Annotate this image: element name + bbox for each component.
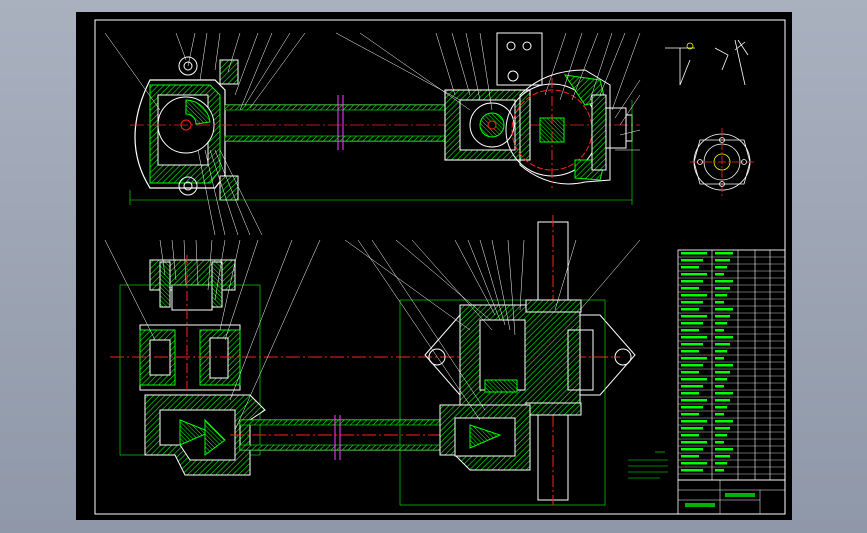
table-cell-mark: [715, 294, 727, 297]
table-cell-mark: [681, 252, 707, 255]
table-cell-mark: [681, 371, 699, 374]
table-cell-mark: [681, 329, 699, 332]
table-cell-mark: [681, 448, 703, 451]
table-cell-mark: [715, 441, 724, 444]
table-cell-mark: [681, 280, 703, 283]
table-cell-mark: [715, 308, 733, 311]
table-cell-mark: [715, 343, 730, 346]
table-cell-mark: [681, 287, 699, 290]
table-cell-mark: [715, 322, 727, 325]
table-cell-mark: [681, 434, 699, 437]
table-cell-mark: [681, 315, 707, 318]
table-cell-mark: [681, 336, 707, 339]
table-cell-mark: [715, 448, 733, 451]
table-cell-mark: [715, 392, 733, 395]
table-cell-mark: [681, 420, 707, 423]
table-cell-mark: [681, 364, 703, 367]
top-assembly-view: [104, 32, 641, 236]
table-cell-mark: [715, 287, 730, 290]
table-cell-mark: [681, 469, 703, 472]
table-cell-mark: [715, 371, 730, 374]
detail-views: [665, 39, 755, 196]
table-cell-mark: [681, 406, 703, 409]
bottom-assembly-view: [104, 215, 668, 506]
table-cell-mark: [715, 329, 724, 332]
table-cell-mark: [715, 406, 727, 409]
table-cell-mark: [681, 441, 707, 444]
table-cell-mark: [681, 322, 703, 325]
table-cell-mark: [715, 434, 727, 437]
table-cell-mark: [681, 399, 707, 402]
table-cell-mark: [681, 301, 703, 304]
table-cell-mark: [681, 357, 707, 360]
table-cell-mark: [715, 385, 724, 388]
table-cell-mark: [715, 399, 730, 402]
table-cell-mark: [681, 294, 707, 297]
table-cell-mark: [715, 413, 724, 416]
table-cell-mark: [715, 469, 724, 472]
table-cell-mark: [681, 455, 699, 458]
table-cell-mark: [715, 455, 730, 458]
table-cell-mark: [715, 462, 727, 465]
table-cell-mark: [715, 350, 727, 353]
table-cell-mark: [715, 357, 724, 360]
table-cell-mark: [715, 301, 724, 304]
title-block: [677, 479, 786, 515]
table-cell-mark: [715, 378, 727, 381]
table-cell-mark: [715, 280, 733, 283]
cad-drawing: [94, 19, 786, 515]
table-cell-mark: [681, 266, 699, 269]
table-cell-mark: [681, 259, 703, 262]
parts-list-table: [677, 249, 786, 481]
table-cell-mark: [715, 252, 733, 255]
table-cell-mark: [715, 427, 730, 430]
table-cell-mark: [715, 315, 730, 318]
cad-viewport: [0, 0, 867, 533]
table-cell-mark: [681, 427, 703, 430]
table-cell-mark: [681, 350, 699, 353]
table-cell-mark: [681, 392, 699, 395]
table-cell-mark: [715, 259, 730, 262]
table-cell-mark: [715, 420, 733, 423]
table-cell-mark: [715, 273, 724, 276]
table-cell-mark: [681, 413, 699, 416]
table-cell-mark: [681, 385, 703, 388]
table-cell-mark: [681, 343, 703, 346]
table-cell-mark: [681, 308, 699, 311]
table-cell-mark: [715, 336, 733, 339]
table-cell-mark: [715, 266, 727, 269]
table-cell-mark: [715, 364, 733, 367]
table-cell-mark: [681, 273, 707, 276]
table-cell-mark: [681, 462, 707, 465]
table-cell-mark: [681, 378, 707, 381]
